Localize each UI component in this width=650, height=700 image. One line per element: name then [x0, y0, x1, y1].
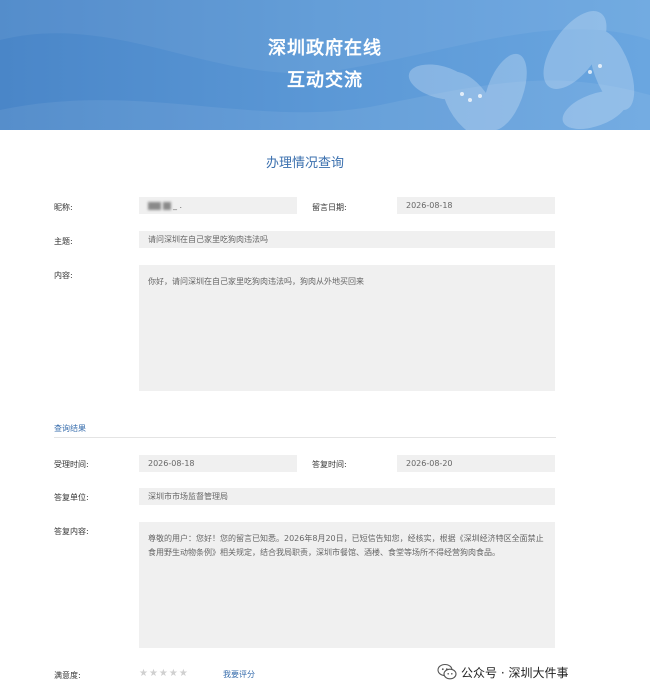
content-field: 你好，请问深圳在自己家里吃狗肉违法吗，狗肉从外地买回来 — [139, 265, 555, 391]
accept-time-label: 受理时间: — [54, 460, 89, 469]
subject-label: 主题: — [54, 237, 73, 246]
date-label: 留言日期: — [312, 203, 347, 212]
header-banner: 深圳政府在线 互动交流 — [0, 0, 650, 130]
redacted-block — [163, 201, 171, 210]
reply-unit-field: 深圳市市场监督管理局 — [139, 488, 555, 505]
flower-decoration — [0, 0, 650, 130]
result-section-title: 查询结果 — [54, 424, 86, 433]
wechat-icon — [437, 663, 457, 680]
reply-unit-label: 答复单位: — [54, 493, 89, 502]
redacted-block — [148, 201, 161, 210]
watermark-text: 公众号 · 深圳大件事 — [461, 665, 569, 680]
nickname-label: 昵称: — [54, 203, 73, 212]
nickname-field: _ . — [139, 197, 297, 214]
reply-time-field: 2026-08-20 — [397, 455, 555, 472]
page-title: 办理情况查询 — [265, 156, 344, 171]
section-divider — [54, 437, 556, 438]
reply-time-label: 答复时间: — [312, 460, 347, 469]
watermark: 公众号 · 深圳大件事 — [437, 663, 568, 681]
reply-content-field: 尊敬的用户：您好！您的留言已知悉。2026年8月20日，已短信告知您，经核实，根… — [139, 522, 555, 648]
subject-field: 请问深圳在自己家里吃狗肉违法吗 — [139, 231, 555, 248]
accept-time-field: 2026-08-18 — [139, 455, 297, 472]
date-field: 2026-08-18 — [397, 197, 555, 214]
content-label: 内容: — [54, 271, 73, 280]
rating-stars[interactable]: ★★★★★ — [139, 668, 189, 679]
rate-link[interactable]: 我要评分 — [223, 669, 255, 680]
satisfaction-label: 满意度: — [54, 671, 81, 680]
site-title: 深圳政府在线 — [268, 38, 382, 59]
site-subtitle: 互动交流 — [287, 70, 363, 91]
reply-content-label: 答复内容: — [54, 527, 89, 536]
nickname-visible-text: _ . — [173, 201, 183, 210]
